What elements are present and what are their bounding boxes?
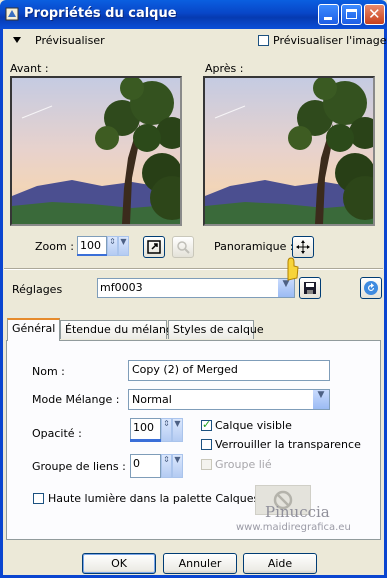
layer-visible-checkbox[interactable] <box>201 418 212 431</box>
maximize-button[interactable] <box>341 4 362 25</box>
opacity-spinner[interactable]: ⇕ ▼ <box>161 418 183 442</box>
watermark-url: www.maidiregrafica.eu <box>236 522 351 533</box>
blend-mode-dropdown-icon[interactable]: ▼ <box>312 390 329 409</box>
presets-combo[interactable]: mf0003 ▼ <box>97 278 295 298</box>
tab-blend-range[interactable]: Étendue du mélange <box>60 320 180 339</box>
name-value: Copy (2) of Merged <box>132 363 238 376</box>
minimize-button[interactable] <box>318 4 339 25</box>
maximize-icon <box>346 9 357 19</box>
after-landscape-image <box>205 78 373 224</box>
save-preset-button[interactable] <box>299 277 321 299</box>
highlight-checkbox[interactable] <box>33 493 44 504</box>
link-group-label: Groupe de liens : <box>32 460 126 473</box>
floppy-disk-icon <box>304 282 316 294</box>
minimize-icon <box>324 17 332 20</box>
opacity-dropdown-icon[interactable]: ▼ <box>172 418 183 442</box>
lock-transparency-checkbox[interactable] <box>201 439 212 450</box>
after-label: Après : <box>205 62 244 75</box>
close-icon: ✕ <box>368 5 381 23</box>
watermark-name: Pinuccia <box>265 503 330 521</box>
reset-button[interactable] <box>360 277 382 299</box>
zoom-input[interactable]: 100 <box>77 236 107 256</box>
zoom-up-down-icon[interactable]: ⇕ <box>107 236 118 256</box>
opacity-label: Opacité : <box>32 427 82 440</box>
lock-transparency-label: Verrouiller la transparence <box>215 438 361 451</box>
link-group-up-down-icon[interactable]: ⇕ <box>161 454 172 478</box>
preview-image-label: Prévisualiser l'image <box>273 34 387 47</box>
window-frame-left <box>0 29 3 578</box>
tab-layer-styles-label: Styles de calque <box>173 323 264 336</box>
link-group-dropdown-icon[interactable]: ▼ <box>172 454 183 478</box>
zoom-label: Zoom : <box>35 240 74 253</box>
tab-blend-range-label: Étendue du mélange <box>65 323 180 336</box>
before-landscape-image <box>12 78 180 224</box>
tab-general[interactable]: Général <box>7 318 60 341</box>
highlight-label: Haute lumière dans la palette Calques : <box>48 492 267 505</box>
tab-general-label: Général <box>12 322 56 335</box>
before-preview <box>10 76 182 226</box>
tab-layer-styles[interactable]: Styles de calque <box>168 320 264 339</box>
opacity-bar <box>130 439 161 442</box>
opacity-value: 100 <box>133 421 154 434</box>
before-label: Avant : <box>10 62 49 75</box>
link-group-value: 0 <box>133 457 140 470</box>
after-preview <box>203 76 375 226</box>
collapse-arrow-icon[interactable] <box>13 37 21 43</box>
blend-mode-label: Mode Mélange : <box>32 393 120 406</box>
name-input[interactable]: Copy (2) of Merged <box>128 360 330 381</box>
presets-value: mf0003 <box>100 281 143 294</box>
zoom-fit-button[interactable] <box>143 236 165 258</box>
layer-properties-icon <box>5 7 19 21</box>
presets-label: Réglages <box>12 283 63 296</box>
fit-window-icon <box>147 240 161 254</box>
link-group-input[interactable]: 0 <box>130 454 161 478</box>
layer-visible-label: Calque visible <box>215 419 292 432</box>
zoom-value: 100 <box>80 239 101 252</box>
group-linked-label: Groupe lié <box>215 458 272 471</box>
magnifier-icon <box>177 241 190 254</box>
name-label: Nom : <box>32 365 65 378</box>
zoom-spinner[interactable]: ⇕ ▼ <box>107 236 129 256</box>
window-title: Propriétés du calque <box>24 6 177 21</box>
ok-button[interactable]: OK <box>82 553 156 574</box>
reset-arrow-icon <box>364 281 378 295</box>
preview-image-checkbox[interactable] <box>258 35 269 46</box>
opacity-input[interactable]: 100 <box>130 418 161 442</box>
opacity-up-down-icon[interactable]: ⇕ <box>161 418 172 442</box>
separator-highlight <box>4 269 383 270</box>
blend-mode-value: Normal <box>132 393 172 406</box>
zoom-underline <box>77 254 107 256</box>
help-button[interactable]: Aide <box>243 553 317 574</box>
preview-toggle-label[interactable]: Prévisualiser <box>35 34 105 47</box>
group-linked-checkbox[interactable] <box>201 459 212 470</box>
blend-mode-select[interactable]: Normal ▼ <box>128 389 330 410</box>
link-group-spinner[interactable]: ⇕ ▼ <box>161 454 183 478</box>
close-button[interactable]: ✕ <box>364 4 385 25</box>
hand-cursor-icon <box>287 257 299 281</box>
cancel-button[interactable]: Annuler <box>163 553 237 574</box>
zoom-dropdown-icon[interactable]: ▼ <box>118 236 129 256</box>
zoom-magnify-button[interactable] <box>172 236 194 258</box>
